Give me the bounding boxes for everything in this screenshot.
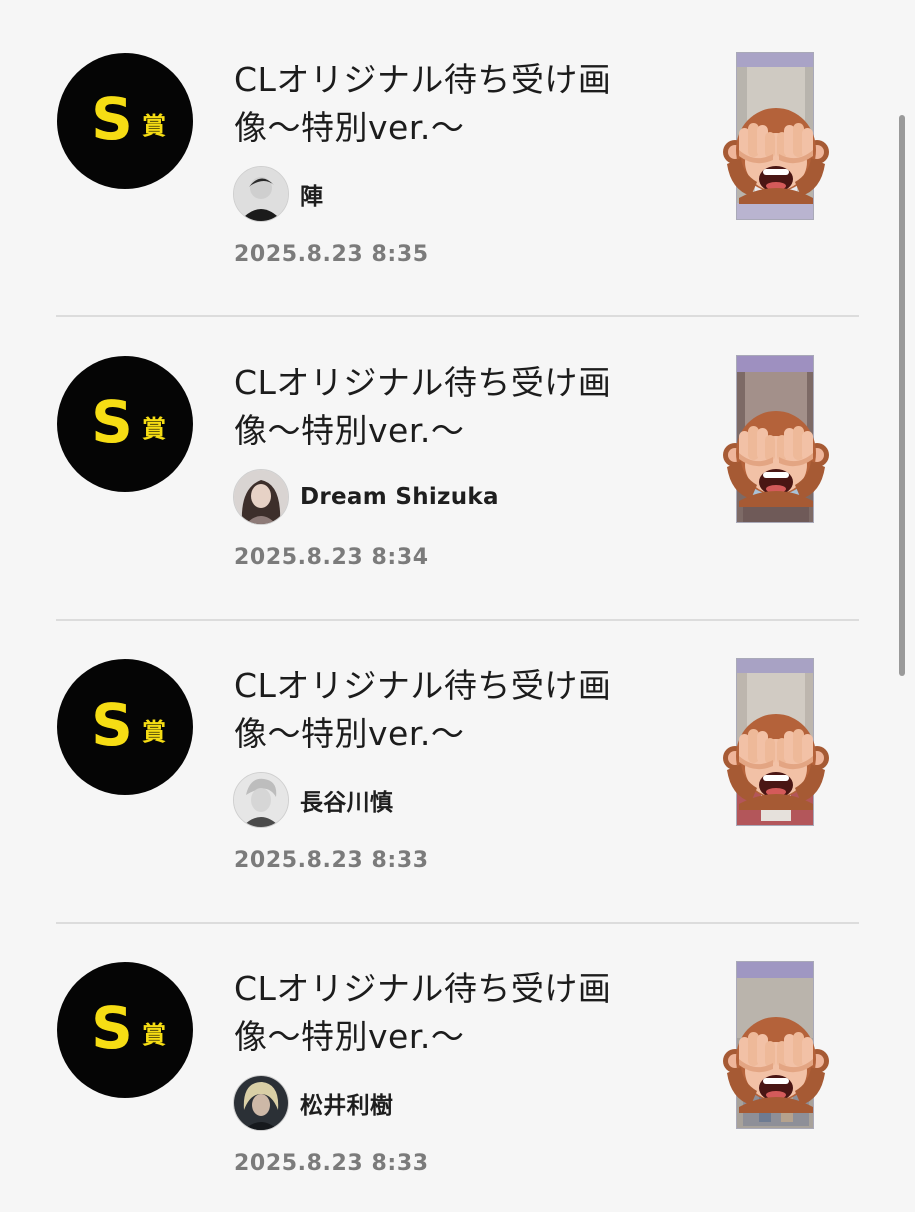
item-title: CLオリジナル待ち受け画像〜特別ver.〜 bbox=[234, 60, 612, 147]
timestamp: 2025.8.23 8:35 bbox=[234, 242, 429, 267]
badge-kanji: 賞 bbox=[142, 415, 166, 443]
timestamp: 2025.8.23 8:34 bbox=[234, 545, 429, 570]
see-no-evil-monkey-icon bbox=[723, 1017, 829, 1113]
author-name: 松井利樹 bbox=[300, 1093, 394, 1119]
list-item[interactable]: S 賞 CLオリジナル待ち受け画像〜特別ver.〜 Dream Shizuka … bbox=[0, 303, 915, 606]
item-title: CLオリジナル待ち受け画像〜特別ver.〜 bbox=[234, 666, 612, 753]
list-item[interactable]: S 賞 CLオリジナル待ち受け画像〜特別ver.〜 長谷川慎 2025.8.23… bbox=[0, 606, 915, 909]
item-title: CLオリジナル待ち受け画像〜特別ver.〜 bbox=[234, 969, 612, 1056]
badge-letter: S bbox=[91, 85, 133, 153]
s-prize-badge-icon: S 賞 bbox=[57, 53, 193, 189]
badge-letter: S bbox=[91, 691, 133, 759]
author[interactable]: 陣 bbox=[233, 165, 323, 223]
list-item[interactable]: S 賞 CLオリジナル待ち受け画像〜特別ver.〜 松井利樹 2025.8.23… bbox=[0, 909, 915, 1212]
timestamp: 2025.8.23 8:33 bbox=[234, 848, 429, 873]
s-prize-badge-icon: S 賞 bbox=[57, 659, 193, 795]
author[interactable]: 松井利樹 bbox=[233, 1074, 393, 1132]
author-name: 長谷川慎 bbox=[300, 790, 394, 816]
badge-letter: S bbox=[91, 388, 133, 456]
see-no-evil-monkey-icon bbox=[723, 108, 829, 204]
see-no-evil-monkey-icon bbox=[723, 411, 829, 507]
avatar bbox=[233, 772, 289, 828]
s-prize-badge-icon: S 賞 bbox=[57, 962, 193, 1098]
author[interactable]: 長谷川慎 bbox=[233, 771, 393, 829]
list-item[interactable]: S 賞 CLオリジナル待ち受け画像〜特別ver.〜 陣 2025.8.23 8:… bbox=[0, 0, 915, 303]
author-name: 陣 bbox=[300, 184, 324, 210]
badge-kanji: 賞 bbox=[142, 112, 166, 140]
item-title: CLオリジナル待ち受け画像〜特別ver.〜 bbox=[234, 363, 612, 450]
see-no-evil-monkey-icon bbox=[723, 714, 829, 810]
avatar bbox=[233, 469, 289, 525]
badge-kanji: 賞 bbox=[142, 718, 166, 746]
badge-letter: S bbox=[91, 994, 133, 1062]
timestamp: 2025.8.23 8:33 bbox=[234, 1151, 429, 1176]
author[interactable]: Dream Shizuka bbox=[233, 468, 499, 526]
s-prize-badge-icon: S 賞 bbox=[57, 356, 193, 492]
avatar bbox=[233, 1075, 289, 1131]
badge-kanji: 賞 bbox=[142, 1021, 166, 1049]
scrollbar[interactable] bbox=[899, 115, 905, 676]
author-name: Dream Shizuka bbox=[300, 484, 499, 510]
avatar bbox=[233, 166, 289, 222]
